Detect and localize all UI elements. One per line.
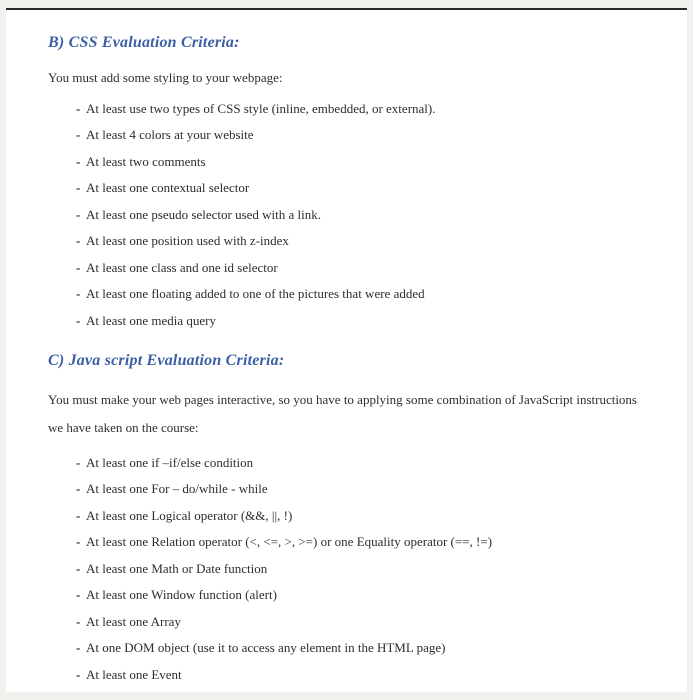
list-item: At least two comments (76, 152, 647, 172)
list-item: At least one pseudo selector used with a… (76, 205, 647, 225)
section-b-list: At least use two types of CSS style (inl… (48, 99, 647, 331)
list-item: At least one media query (76, 311, 647, 331)
list-item: At least one Logical operator (&&, ||, !… (76, 506, 647, 526)
section-c-list: At least one if –if/else condition At le… (48, 453, 647, 685)
page-container: B) CSS Evaluation Criteria: You must add… (0, 0, 693, 700)
list-item: At least one contextual selector (76, 178, 647, 198)
list-item: At least use two types of CSS style (inl… (76, 99, 647, 119)
list-item: At least 4 colors at your website (76, 125, 647, 145)
list-item: At least one Window function (alert) (76, 585, 647, 605)
list-item: At one DOM object (use it to access any … (76, 638, 647, 658)
list-item: At least one For – do/while - while (76, 479, 647, 499)
section-b-intro: You must add some styling to your webpag… (48, 68, 647, 89)
list-item: At least one position used with z-index (76, 231, 647, 251)
list-item: At least one Event (76, 665, 647, 685)
list-item: At least one Math or Date function (76, 559, 647, 579)
list-item: At least one if –if/else condition (76, 453, 647, 473)
document-sheet: B) CSS Evaluation Criteria: You must add… (6, 8, 687, 692)
list-item: At least one class and one id selector (76, 258, 647, 278)
list-item: At least one floating added to one of th… (76, 284, 647, 304)
section-c-heading: C) Java script Evaluation Criteria: (48, 352, 647, 370)
list-item: At least one Relation operator (<, <=, >… (76, 532, 647, 552)
section-c-intro: You must make your web pages interactive… (48, 386, 647, 441)
list-item: At least one Array (76, 612, 647, 632)
section-b-heading: B) CSS Evaluation Criteria: (48, 34, 647, 52)
